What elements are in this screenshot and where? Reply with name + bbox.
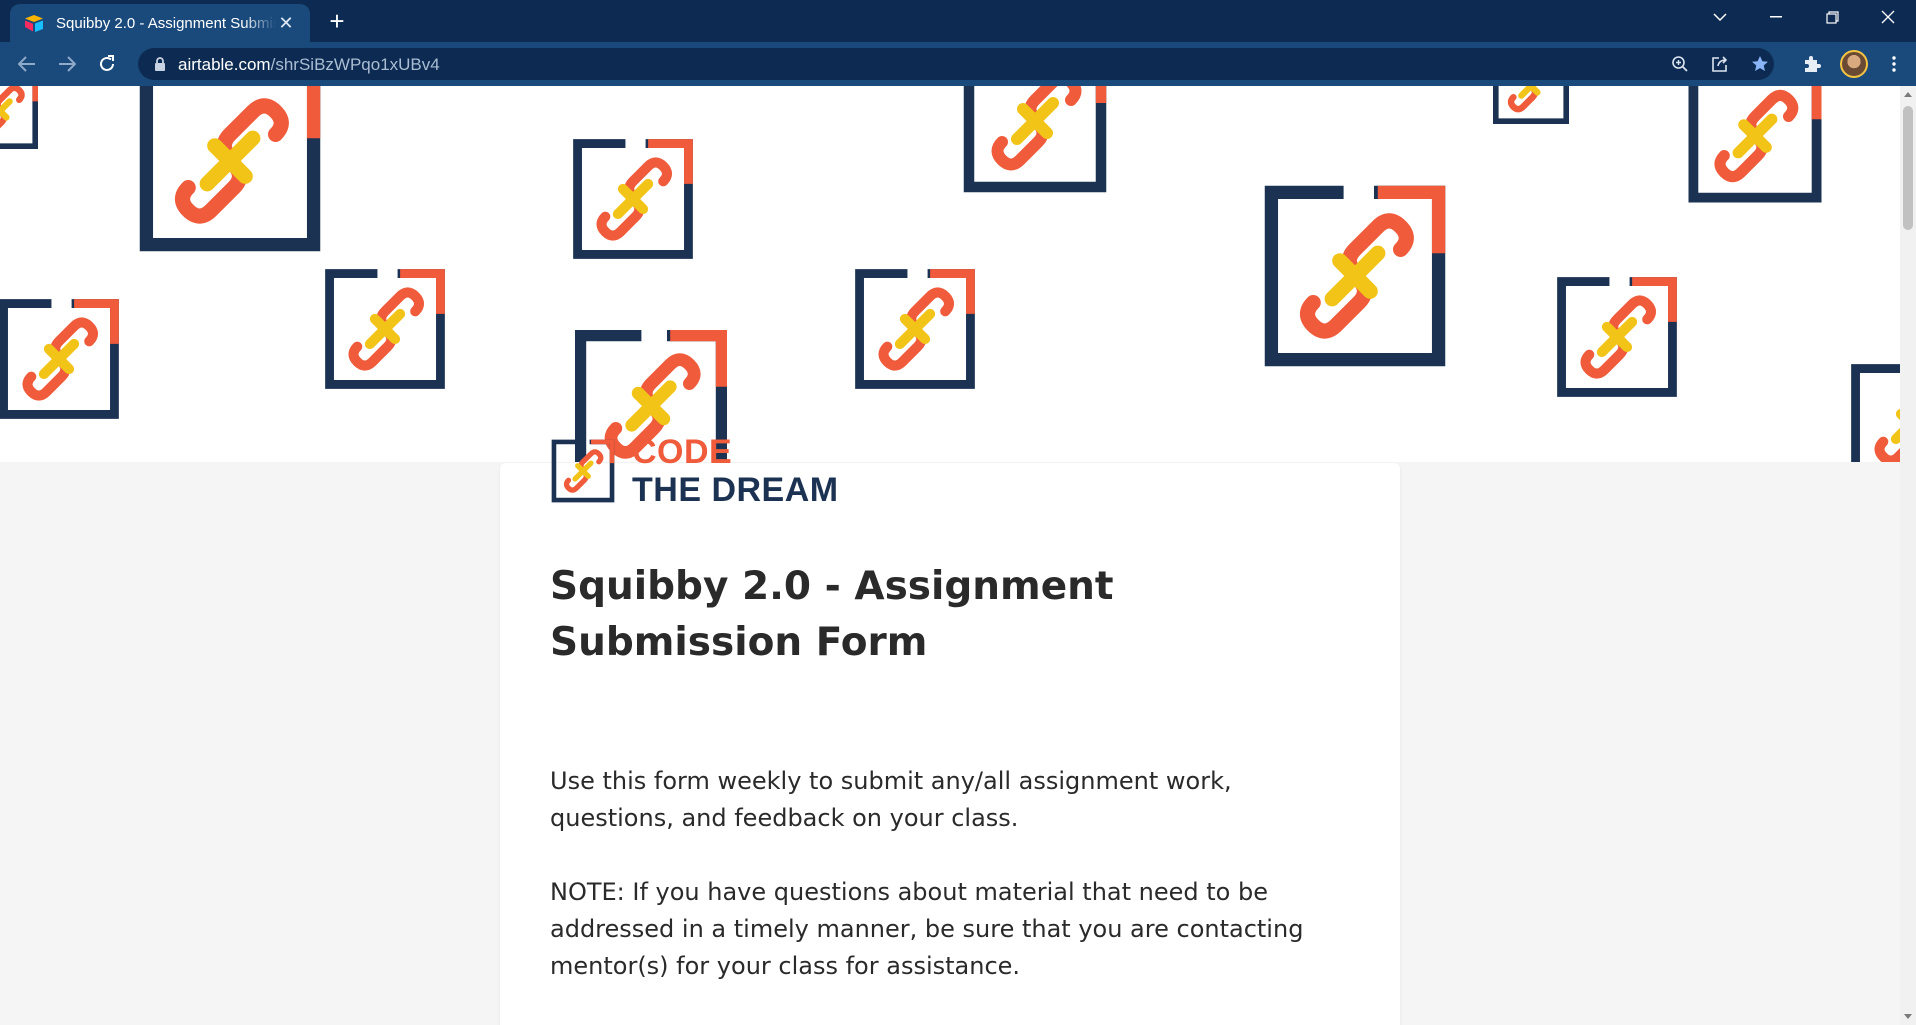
form-title: Squibby 2.0 - Assignment Submission Form xyxy=(550,564,1114,665)
scrollbar[interactable] xyxy=(1900,86,1916,1025)
forward-arrow-icon[interactable] xyxy=(52,49,82,79)
url-domain: airtable.com xyxy=(178,55,271,74)
minimize-icon[interactable] xyxy=(1748,0,1804,34)
logo-text-line1: CODE xyxy=(632,433,733,471)
plus-icon[interactable]: + xyxy=(322,6,352,36)
avatar[interactable] xyxy=(1840,50,1868,78)
tab-title: Squibby 2.0 - Assignment Submission Form xyxy=(56,14,276,32)
close-window-icon[interactable] xyxy=(1860,0,1916,34)
tab-search-icon[interactable] xyxy=(1692,0,1748,34)
browser-tab[interactable]: Squibby 2.0 - Assignment Submission Form… xyxy=(10,4,310,42)
share-icon[interactable] xyxy=(1708,52,1732,76)
page-viewport: CODE THE DREAM Squibby 2.0 - Assignment … xyxy=(0,86,1900,1025)
code-the-dream-logo: CODE THE DREAM xyxy=(550,435,870,507)
form-description: Use this form weekly to submit any/all a… xyxy=(550,763,1350,985)
scrollbar-thumb[interactable] xyxy=(1903,106,1913,230)
link-pattern-image xyxy=(0,86,1900,462)
puzzle-icon[interactable] xyxy=(1798,50,1826,78)
back-arrow-icon[interactable] xyxy=(12,49,42,79)
url-path: /shrSiBzWPqo1xUBv4 xyxy=(270,55,440,74)
browser-toolbar: airtable.com/shrSiBzWPqo1xUBv4 xyxy=(0,42,1916,86)
cover-banner xyxy=(0,86,1900,462)
scroll-down-arrow-icon[interactable] xyxy=(1904,1014,1912,1019)
url-text[interactable]: airtable.com/shrSiBzWPqo1xUBv4 xyxy=(178,55,440,75)
reload-icon[interactable] xyxy=(92,49,122,79)
link-logo-icon xyxy=(550,438,616,504)
close-icon[interactable]: ✕ xyxy=(276,13,296,33)
restore-icon[interactable] xyxy=(1804,0,1860,34)
description-text: Use this form weekly to submit any/all a… xyxy=(550,767,1232,832)
logo-text-line2: THE DREAM xyxy=(632,471,839,509)
scroll-up-arrow-icon[interactable] xyxy=(1904,92,1912,97)
star-icon[interactable] xyxy=(1748,52,1772,76)
browser-tab-bar: Squibby 2.0 - Assignment Submission Form… xyxy=(0,0,1916,42)
kebab-menu-icon[interactable] xyxy=(1880,50,1908,78)
airtable-favicon-icon xyxy=(25,15,43,32)
note-text: NOTE: If you have questions about materi… xyxy=(550,878,1304,980)
zoom-icon[interactable] xyxy=(1668,52,1692,76)
lock-icon[interactable] xyxy=(152,56,168,72)
form-card: CODE THE DREAM Squibby 2.0 - Assignment … xyxy=(500,435,1400,1025)
address-bar[interactable]: airtable.com/shrSiBzWPqo1xUBv4 xyxy=(138,48,1774,80)
